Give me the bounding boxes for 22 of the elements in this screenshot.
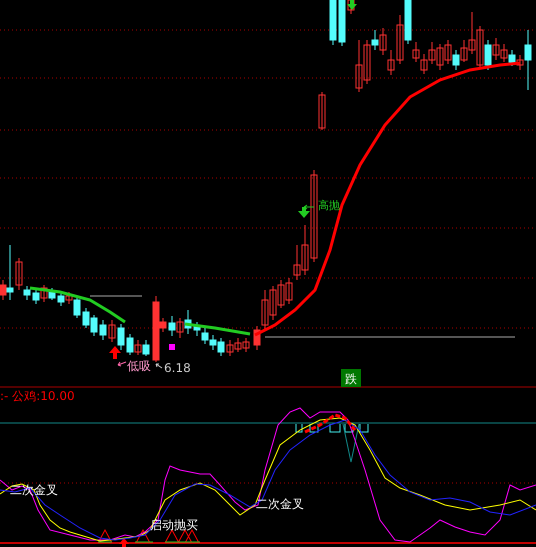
trend-label: 跌 bbox=[345, 372, 357, 386]
candlestick bbox=[330, 0, 336, 46]
sell-signal-label: 高抛 bbox=[318, 199, 340, 212]
low-price-label: 6.18 bbox=[164, 361, 191, 375]
down-arrow-icon bbox=[298, 207, 310, 218]
indicator-title: :- 公鸡:10.00 bbox=[0, 389, 75, 403]
candlestick bbox=[348, 0, 354, 14]
signal-label: 二次金叉 bbox=[256, 497, 304, 511]
moving-average-line bbox=[184, 322, 250, 336]
up-arrow-icon bbox=[109, 346, 121, 359]
down-arrow-icon bbox=[347, 0, 357, 10]
candlestick bbox=[118, 324, 124, 350]
arrow-icon bbox=[156, 364, 162, 368]
buy-signal-label: 低吸 bbox=[127, 359, 151, 373]
candlestick bbox=[338, 0, 346, 46]
marker-icon bbox=[169, 344, 175, 350]
arrow-icon bbox=[304, 204, 314, 210]
candlestick bbox=[318, 92, 326, 130]
arrow-icon bbox=[118, 362, 126, 366]
trend-badge-background bbox=[341, 369, 361, 387]
candlestick bbox=[100, 320, 106, 340]
candlestick bbox=[108, 320, 116, 342]
